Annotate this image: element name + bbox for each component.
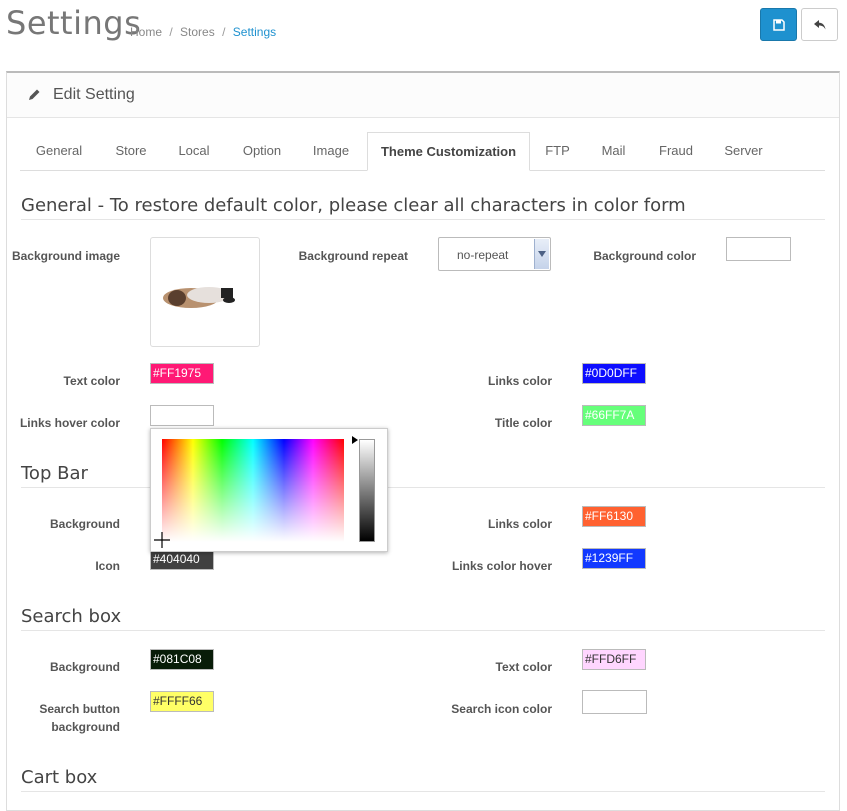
tab-theme-customization[interactable]: Theme Customization: [367, 132, 530, 171]
topbar-links-hover-input[interactable]: #1239FF: [582, 548, 646, 569]
search-button-background-label-line2: background: [51, 720, 120, 734]
search-button-background-input[interactable]: #FFFF66: [150, 691, 214, 712]
topbar-icon-color-input[interactable]: #404040: [150, 549, 214, 570]
background-image-label: Background image: [11, 249, 120, 263]
background-image-preview: [163, 287, 235, 308]
title-color-label: Title color: [494, 416, 552, 430]
settings-tabs: General Store Local Option Image Theme C…: [20, 132, 825, 171]
tab-server[interactable]: Server: [712, 132, 775, 170]
tab-store[interactable]: Store: [103, 132, 159, 170]
searchbox-text-color-input[interactable]: #FFD6FF: [582, 649, 646, 670]
section-general-heading: General - To restore default color, plea…: [21, 195, 686, 216]
tab-local[interactable]: Local: [166, 132, 222, 170]
search-icon-color-input[interactable]: [582, 690, 647, 714]
topbar-background-label: Background: [49, 517, 120, 531]
background-color-input[interactable]: [726, 237, 791, 261]
crosshair-icon: [154, 532, 170, 548]
back-button[interactable]: [801, 8, 838, 41]
search-button-background-label-line1: Search button: [39, 702, 120, 716]
section-divider: [21, 630, 825, 631]
save-button[interactable]: [760, 8, 797, 41]
chevron-down-icon: [534, 239, 549, 269]
search-button-background-label: Search button background: [0, 700, 120, 736]
page-title: Settings: [6, 4, 142, 42]
panel-title: Edit Setting: [53, 86, 135, 103]
background-repeat-select[interactable]: no-repeat: [438, 237, 551, 271]
breadcrumb-stores[interactable]: Stores: [180, 25, 215, 39]
text-color-input[interactable]: #FF1975: [150, 363, 214, 384]
section-cartbox-heading: Cart box: [21, 767, 98, 788]
topbar-links-color-label: Links color: [487, 517, 552, 531]
links-color-label: Links color: [487, 374, 552, 388]
links-hover-color-input[interactable]: [150, 405, 214, 426]
tab-ftp[interactable]: FTP: [535, 132, 580, 170]
section-divider: [21, 487, 825, 488]
breadcrumb-settings[interactable]: Settings: [233, 25, 276, 39]
brightness-slider[interactable]: [359, 439, 375, 542]
color-spectrum[interactable]: [162, 439, 344, 542]
background-repeat-label: Background repeat: [298, 249, 408, 263]
tab-option[interactable]: Option: [232, 132, 292, 170]
section-divider: [21, 219, 825, 220]
topbar-links-color-input[interactable]: #FF6130: [582, 506, 646, 527]
breadcrumb: Home / Stores / Settings: [130, 25, 277, 39]
links-hover-color-label: Links hover color: [19, 416, 120, 430]
save-icon: [772, 18, 785, 31]
reply-icon: [813, 19, 825, 29]
tab-mail[interactable]: Mail: [588, 132, 639, 170]
topbar-icon-label: Icon: [95, 559, 120, 573]
section-searchbox-heading: Search box: [21, 606, 122, 627]
panel-heading: Edit Setting: [7, 73, 839, 118]
background-color-label: Background color: [593, 249, 696, 263]
text-color-label: Text color: [63, 374, 120, 388]
links-color-input[interactable]: #0D0DFF: [582, 363, 646, 384]
pencil-icon: [29, 89, 40, 100]
tab-image[interactable]: Image: [300, 132, 362, 170]
tab-fraud[interactable]: Fraud: [647, 132, 705, 170]
background-repeat-value: no-repeat: [457, 248, 509, 262]
color-picker-popup[interactable]: [150, 428, 388, 552]
title-color-input[interactable]: #66FF7A: [582, 405, 646, 426]
searchbox-background-label: Background: [49, 660, 120, 674]
topbar-links-hover-label: Links color hover: [451, 559, 552, 573]
searchbox-background-input[interactable]: #081C08: [150, 649, 214, 670]
tab-general[interactable]: General: [20, 132, 98, 170]
section-topbar-heading: Top Bar: [21, 463, 88, 484]
search-icon-color-label: Search icon color: [451, 702, 552, 716]
background-image-thumbnail[interactable]: [150, 237, 260, 347]
slider-arrow-icon: [352, 436, 358, 444]
section-divider: [21, 791, 825, 792]
breadcrumb-home[interactable]: Home: [130, 25, 162, 39]
searchbox-text-color-label: Text color: [495, 660, 552, 674]
